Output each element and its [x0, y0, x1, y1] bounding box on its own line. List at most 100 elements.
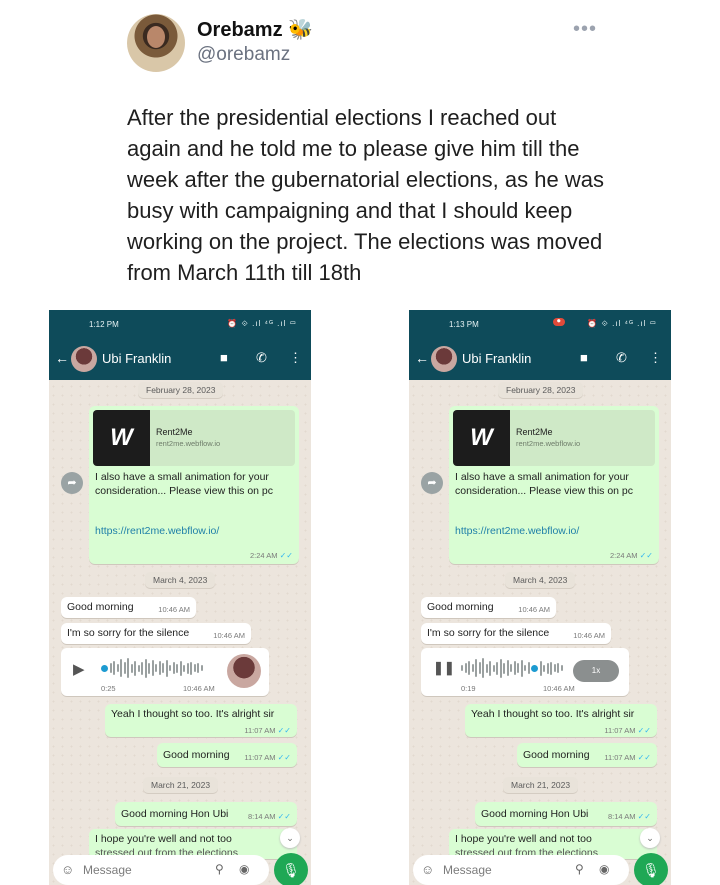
tweet-text: After the presidential elections I reach…	[127, 105, 604, 285]
date-chip: February 28, 2023	[138, 382, 224, 398]
chat-screenshot-left: 1:12 PM ⏰ ⟐ .ıl ⁴ᴳ .ıl ▭ ← Ubi Franklin …	[49, 310, 311, 885]
emoji-icon[interactable]: ☺	[421, 862, 434, 877]
waveform-bar	[489, 660, 491, 676]
message-link[interactable]: https://rent2me.webflow.io/	[95, 525, 219, 537]
attach-icon[interactable]: ⚲	[575, 862, 584, 876]
message-text: I also have a small animation for your c…	[455, 471, 634, 497]
contact-name[interactable]: Ubi Franklin	[102, 351, 171, 366]
camera-icon[interactable]: ◉	[239, 862, 249, 876]
waveform-bar	[162, 663, 164, 673]
message-bubble: Yeah I thought so too. It's alright sir …	[465, 704, 657, 737]
waveform-bar	[165, 659, 168, 677]
screen-record-icon: ⏺	[553, 318, 565, 326]
play-icon[interactable]: ▶	[73, 660, 85, 678]
waveform-bar	[492, 664, 495, 672]
waveform-bar	[539, 660, 542, 676]
message-input[interactable]: Message	[443, 863, 492, 877]
emoji-icon[interactable]: ☺	[61, 862, 74, 877]
link-title: Rent2Me	[516, 427, 553, 437]
waveform-bar	[155, 664, 157, 672]
read-ticks-icon: ✓✓	[637, 753, 651, 762]
date-chip: March 4, 2023	[505, 572, 576, 588]
scroll-down-icon[interactable]: ⌄	[280, 828, 300, 848]
waveform-bar	[193, 664, 196, 672]
waveform-bar	[478, 662, 481, 674]
status-bar: 1:13 PM ⏺ ⏰ ⟐ .ıl ⁴ᴳ .ıl ▭	[409, 310, 671, 338]
contact-name[interactable]: Ubi Franklin	[462, 351, 531, 366]
voice-message: ▶ 0:25 10:46 AM	[61, 648, 269, 696]
waveform-bar	[520, 659, 523, 677]
playback-speed-button[interactable]: 1x	[573, 660, 619, 682]
status-icons: ⏰ ⟐ .ıl ⁴ᴳ .ıl ▭	[227, 319, 297, 328]
webflow-logo-icon: W	[93, 410, 150, 466]
camera-icon[interactable]: ◉	[599, 862, 609, 876]
waveform-bar	[543, 664, 545, 672]
waveform-bar	[179, 660, 182, 676]
voice-waveform[interactable]	[101, 658, 219, 680]
waveform-bar	[464, 663, 467, 673]
waveform-bar	[471, 664, 474, 672]
pause-icon[interactable]: ❚❚	[433, 660, 455, 676]
video-call-icon[interactable]: ■	[220, 350, 228, 365]
voice-duration: 0:25	[101, 684, 116, 693]
attach-icon[interactable]: ⚲	[215, 862, 224, 876]
message-bubble: I'm so sorry for the silence 10:46 AM	[61, 623, 251, 644]
forward-icon[interactable]: ➦	[421, 472, 443, 494]
message-text: I also have a small animation for your c…	[95, 471, 274, 497]
menu-dots-icon[interactable]: ⋮	[649, 350, 662, 366]
user-handle[interactable]: @orebamz	[197, 44, 290, 66]
waveform-bar	[557, 663, 559, 673]
message-link[interactable]: https://rent2me.webflow.io/	[455, 525, 579, 537]
waveform-bar	[527, 662, 530, 674]
voice-waveform[interactable]	[461, 658, 579, 680]
chat-header: ← Ubi Franklin ■ ✆ ⋮	[409, 338, 671, 380]
display-name[interactable]: Orebamz 🐝	[197, 17, 313, 42]
read-ticks-icon: ✓✓	[279, 551, 293, 560]
chat-header: ← Ubi Franklin ■ ✆ ⋮	[49, 338, 311, 380]
phone-call-icon[interactable]: ✆	[256, 350, 267, 366]
scroll-down-icon[interactable]: ⌄	[640, 828, 660, 848]
read-ticks-icon: ✓✓	[637, 812, 651, 821]
voice-message: ❚❚ 0:19 10:46 AM 1x	[421, 648, 629, 696]
link-title: Rent2Me	[156, 427, 193, 437]
read-ticks-icon: ✓✓	[639, 551, 653, 560]
waveform-bar	[172, 662, 175, 674]
waveform-bar	[176, 663, 178, 673]
message-bubble: Good morning Hon Ubi 8:14 AM ✓✓	[115, 802, 297, 826]
avatar[interactable]	[127, 14, 185, 72]
waveform-bar	[513, 661, 516, 675]
waveform-bar	[109, 663, 112, 673]
contact-avatar[interactable]	[71, 346, 97, 372]
waveform-bar	[553, 664, 556, 672]
chat-screenshot-right: 1:13 PM ⏺ ⏰ ⟐ .ıl ⁴ᴳ .ıl ▭ ← Ubi Frankli…	[409, 310, 671, 885]
read-ticks-icon: ✓✓	[277, 753, 291, 762]
voice-duration: 0:19	[461, 684, 476, 693]
message-input-bar[interactable]: ☺ Message ⚲ ◉	[53, 855, 269, 885]
phone-call-icon[interactable]: ✆	[616, 350, 627, 366]
contact-avatar[interactable]	[431, 346, 457, 372]
tweet-header: Orebamz 🐝 @orebamz •••	[127, 14, 597, 74]
waveform-bar	[183, 664, 185, 672]
menu-dots-icon[interactable]: ⋮	[289, 350, 302, 366]
link-preview[interactable]: W Rent2Me rent2me.webflow.io	[453, 410, 655, 466]
forward-icon[interactable]: ➦	[61, 472, 83, 494]
waveform-bar	[546, 662, 549, 674]
message-input[interactable]: Message	[83, 863, 132, 877]
message-time: 2:24 AM ✓✓	[609, 551, 653, 560]
link-message: W Rent2Me rent2me.webflow.io I also have…	[89, 406, 299, 564]
message-bubble: Good morning 10:46 AM	[61, 597, 196, 618]
waveform-bar	[468, 661, 470, 675]
back-arrow-icon[interactable]: ←	[415, 350, 429, 366]
message-input-bar[interactable]: ☺ Message ⚲ ◉	[413, 855, 629, 885]
read-ticks-icon: ✓✓	[637, 726, 651, 735]
waveform-bar	[560, 665, 563, 671]
video-call-icon[interactable]: ■	[580, 350, 588, 365]
link-preview[interactable]: W Rent2Me rent2me.webflow.io	[93, 410, 295, 466]
waveform-bar	[134, 660, 136, 676]
waveform-bar	[485, 663, 488, 673]
waveform-bar	[503, 662, 505, 674]
back-arrow-icon[interactable]: ←	[55, 350, 69, 366]
mic-icon[interactable]: 🎙	[274, 853, 308, 885]
more-options-icon[interactable]: •••	[573, 18, 597, 41]
mic-icon[interactable]: 🎙	[634, 853, 668, 885]
